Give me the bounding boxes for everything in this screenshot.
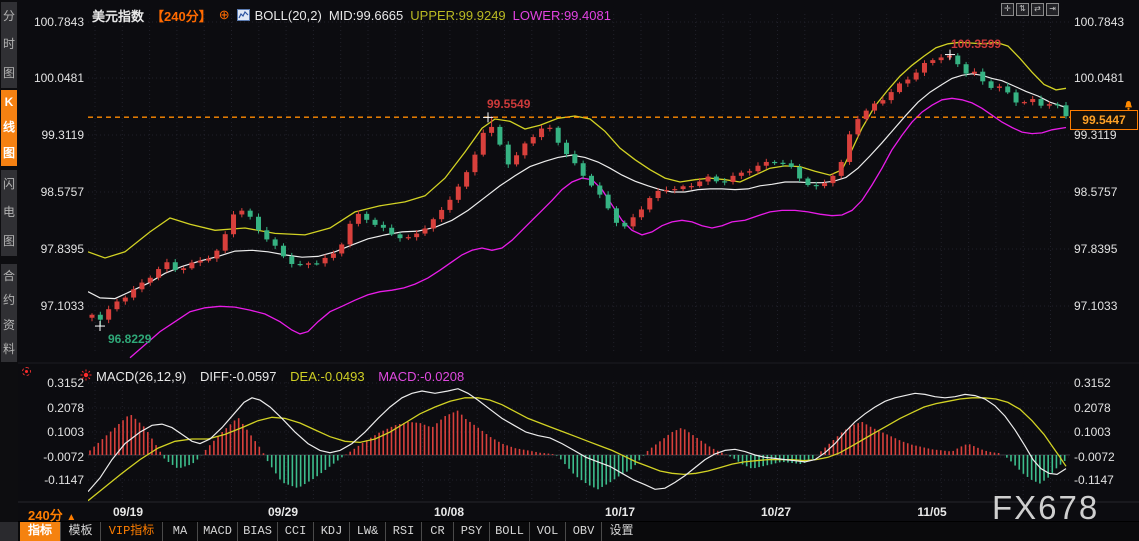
swing-high-annotation: 99.5549 <box>487 97 531 111</box>
price-tick-axis-right-3: 98.5757 <box>1074 185 1118 199</box>
macd-macd-value: MACD:-0.0208 <box>378 369 465 384</box>
toolbar-item-MACD[interactable]: MACD <box>197 522 237 541</box>
price-tick-axis-left-2: 99.3119 <box>41 128 85 142</box>
price-alert-bell-icon[interactable] <box>1123 98 1134 116</box>
date-label-09/19: 09/19 <box>112 505 144 519</box>
macd-tick-axis-left-2: 0.1003 <box>47 425 84 439</box>
fit-height-icon[interactable]: ⇅ <box>1016 3 1029 16</box>
toolbar-item-设置[interactable]: 设置 <box>601 522 641 541</box>
main-chart-canvas[interactable] <box>0 0 1139 541</box>
toolbar-item-指标[interactable]: 指标 <box>20 522 60 541</box>
fit-width-icon[interactable]: ⇄ <box>1031 3 1044 16</box>
toolbar-item-PSY[interactable]: PSY <box>453 522 489 541</box>
add-indicator-icon[interactable]: ⊕ <box>219 7 230 23</box>
peak-high-annotation: 100.3599 <box>951 37 1002 51</box>
chart-application: 分时图 K线图闪电图合约资料 美元指数 【240分】 ⊕ BOLL(20,2) M… <box>0 0 1139 541</box>
chart-thumbnail-icon <box>236 9 250 21</box>
macd-tick-axis-right-4: -0.1147 <box>1074 473 1114 487</box>
price-tick-axis-right-4: 97.8395 <box>1074 242 1118 256</box>
shift-pane-icon[interactable]: ⇥ <box>1046 3 1059 16</box>
window-controls: ✛ ⇅ ⇄ ⇥ <box>1001 3 1059 16</box>
date-label-10/17: 10/17 <box>604 505 636 519</box>
macd-name: MACD(26,12,9) <box>96 369 187 384</box>
macd-dea-value: DEA:-0.0493 <box>290 369 365 384</box>
sidebar-item-2[interactable]: K线图 <box>1 90 17 166</box>
pan-icon[interactable]: ✛ <box>1001 3 1014 16</box>
macd-tick-axis-right-2: 0.1003 <box>1074 425 1111 439</box>
price-tick-axis-left-3: 98.5757 <box>40 185 84 199</box>
price-tick-axis-left-5: 97.1033 <box>40 299 84 313</box>
price-tick-axis-left-4: 97.8395 <box>40 242 84 256</box>
boll-upper-value: UPPER:99.9249 <box>410 7 506 23</box>
toolbar-item-OBV[interactable]: OBV <box>565 522 601 541</box>
macd-diff-value: DIFF:-0.0597 <box>199 369 277 384</box>
boll-lower-value: LOWER:99.4081 <box>512 7 611 23</box>
boll-label: BOLL(20,2) <box>254 7 322 23</box>
period-label[interactable]: 【240分】 <box>151 6 212 25</box>
macd-header: MACD(26,12,9) DIFF:-0.0597 DEA:-0.0493 M… <box>96 369 474 384</box>
macd-tick-axis-right-1: 0.2078 <box>1074 401 1111 415</box>
swing-low-annotation: 96.8229 <box>108 332 152 346</box>
sidebar-item-4[interactable]: 合约资料 <box>1 264 17 362</box>
price-tick-axis-left-1: 100.0481 <box>33 71 84 85</box>
price-tick-axis-left-0: 100.7843 <box>33 15 84 29</box>
toolbar-item-VIP指标[interactable]: VIP指标 <box>100 522 162 541</box>
toolbar-item-BIAS[interactable]: BIAS <box>237 522 277 541</box>
toolbar-item-KDJ[interactable]: KDJ <box>313 522 349 541</box>
toolbar-item-CR[interactable]: CR <box>421 522 453 541</box>
indicator-toolbar: 指标 模板 VIP指标 MA MACD BIAS CCI KDJ LW& RSI CR PSY BOLL… <box>18 522 1139 541</box>
toolbar-item-LW&[interactable]: LW& <box>349 522 385 541</box>
macd-tick-axis-left-0: 0.3152 <box>47 376 84 390</box>
date-label-10/27: 10/27 <box>760 505 792 519</box>
toolbar-item-RSI[interactable]: RSI <box>385 522 421 541</box>
price-tick-axis-right-1: 100.0481 <box>1074 71 1125 85</box>
toolbar-item-模板[interactable]: 模板 <box>60 522 100 541</box>
toolbar-item-VOL[interactable]: VOL <box>529 522 565 541</box>
boll-mid-value: MID:99.6665 <box>328 7 404 23</box>
time-axis: 240分 ▲ 09/19 09/29 10/08 10/17 10/27 11/05 <box>0 503 1139 523</box>
date-label-10/08: 10/08 <box>433 505 465 519</box>
sidebar-item-1[interactable]: 分时图 <box>1 2 17 88</box>
price-tick-axis-right-0: 100.7843 <box>1074 15 1125 29</box>
symbol-name: 美元指数 <box>92 8 145 24</box>
toolbar-corner <box>0 522 18 541</box>
macd-tick-axis-left-4: -0.1147 <box>44 473 84 487</box>
date-label-11/05: 11/05 <box>917 505 947 519</box>
macd-tick-axis-left-3: -0.0072 <box>43 450 84 464</box>
macd-tick-axis-right-3: -0.0072 <box>1074 450 1115 464</box>
price-tick-axis-right-5: 97.1033 <box>1074 299 1118 313</box>
chart-type-sidebar: 分时图 K线图闪电图合约资料 <box>0 0 18 541</box>
price-tick-axis-right-2: 99.3119 <box>1074 128 1117 142</box>
alert-dot-icon <box>22 367 31 376</box>
instrument-header: 美元指数 【240分】 ⊕ BOLL(20,2) MID:99.6665 UPP… <box>92 6 618 25</box>
macd-tick-axis-right-0: 0.3152 <box>1074 376 1111 390</box>
date-label-09/29: 09/29 <box>267 505 299 519</box>
sidebar-item-3[interactable]: 闪电图 <box>1 170 17 256</box>
toolbar-item-MA[interactable]: MA <box>162 522 197 541</box>
toolbar-item-CCI[interactable]: CCI <box>277 522 313 541</box>
toolbar-item-BOLL[interactable]: BOLL <box>489 522 529 541</box>
macd-tick-axis-left-1: 0.2078 <box>47 401 84 415</box>
